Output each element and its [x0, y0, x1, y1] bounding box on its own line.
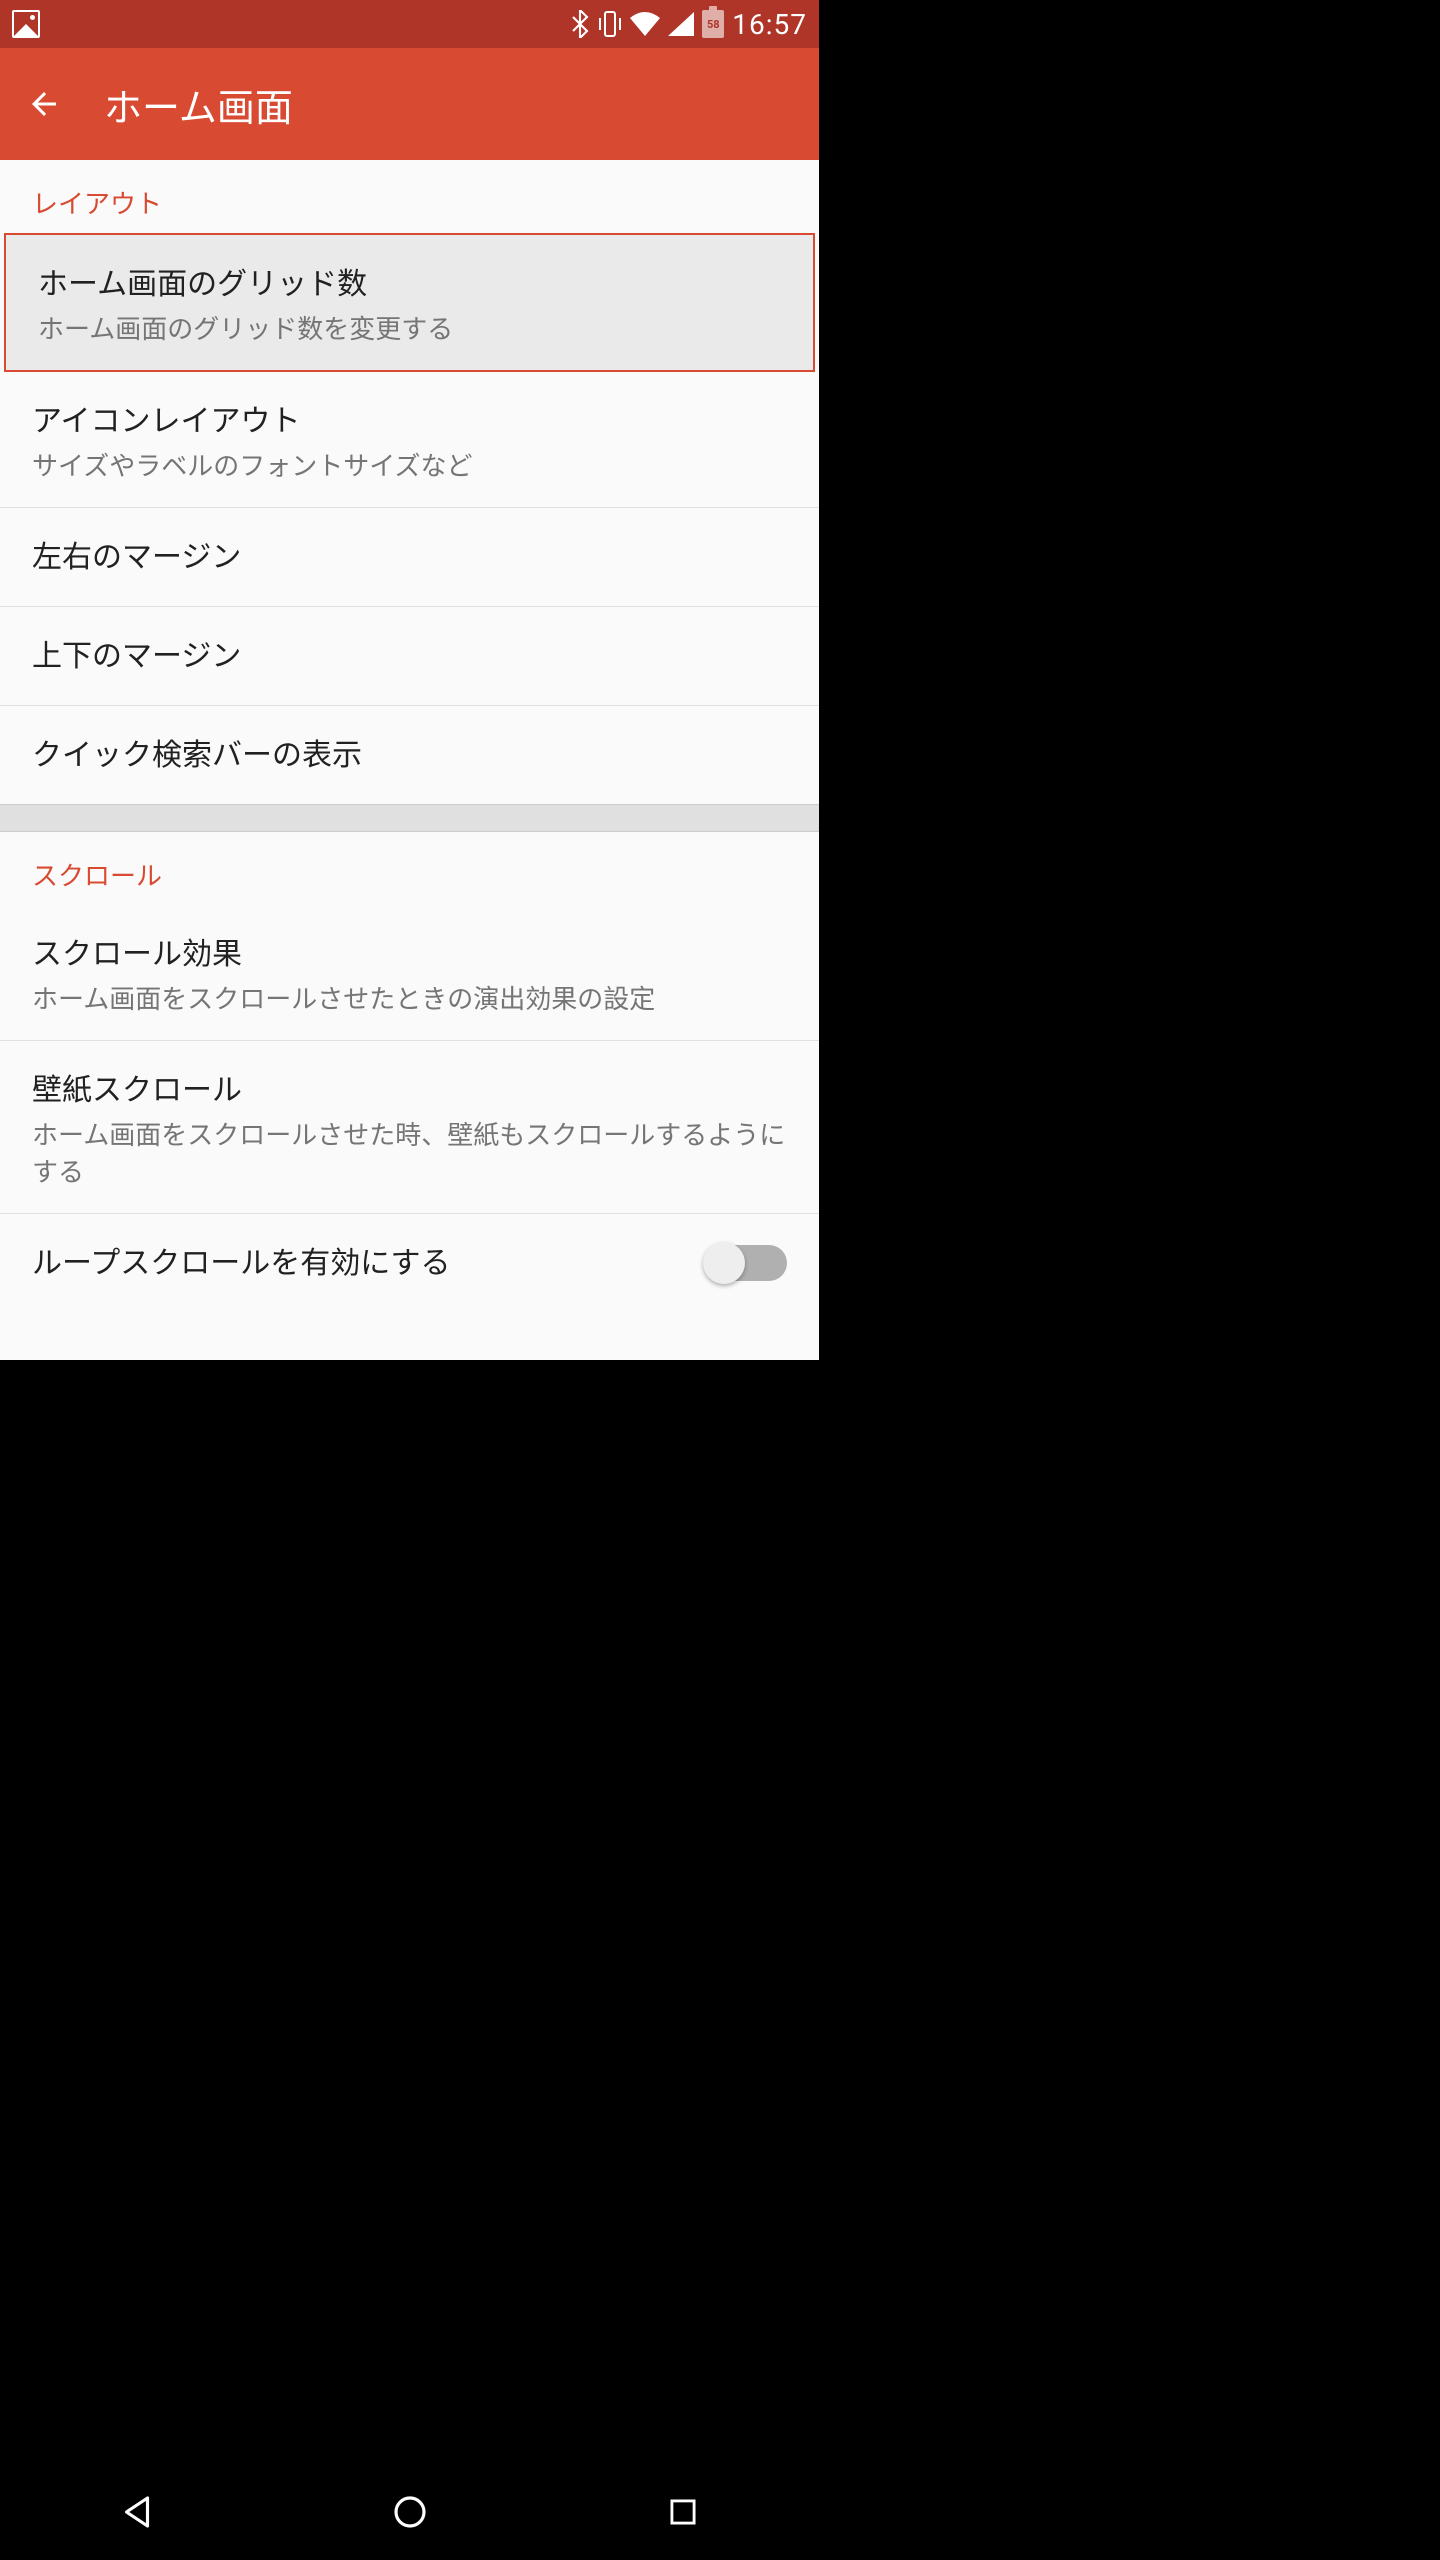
navigation-bar	[0, 2464, 819, 2560]
section-header-layout: レイアウト	[0, 160, 819, 233]
triangle-back-icon	[116, 2491, 158, 2533]
setting-tb-margin[interactable]: 上下のマージン	[0, 607, 819, 706]
settings-content[interactable]: レイアウト ホーム画面のグリッド数 ホーム画面のグリッド数を変更する アイコンレ…	[0, 160, 819, 1360]
status-bar: 58 16:57	[0, 0, 819, 48]
setting-title: クイック検索バーの表示	[32, 730, 787, 774]
section-header-scroll: スクロール	[0, 832, 819, 905]
bluetooth-icon	[570, 10, 590, 38]
nav-home-button[interactable]	[370, 2472, 450, 2552]
setting-scroll-effect[interactable]: スクロール効果 ホーム画面をスクロールさせたときの演出効果の設定	[0, 905, 819, 1041]
loop-scroll-toggle[interactable]	[707, 1245, 787, 1281]
setting-title: 左右のマージン	[32, 532, 787, 576]
cellular-signal-icon	[668, 12, 694, 36]
back-button[interactable]	[20, 80, 68, 128]
setting-lr-margin[interactable]: 左右のマージン	[0, 508, 819, 607]
setting-subtitle: サイズやラベルのフォントサイズなど	[32, 446, 787, 483]
setting-title: ループスクロールを有効にする	[32, 1238, 451, 1282]
setting-title: アイコンレイアウト	[32, 396, 787, 440]
vibrate-icon	[598, 10, 622, 38]
setting-wallpaper-scroll[interactable]: 壁紙スクロール ホーム画面をスクロールさせた時、壁紙もスクロールするようにする	[0, 1041, 819, 1214]
setting-subtitle: ホーム画面をスクロールさせた時、壁紙もスクロールするようにする	[32, 1115, 787, 1189]
setting-quick-search[interactable]: クイック検索バーの表示	[0, 706, 819, 804]
page-title: ホーム画面	[104, 77, 293, 132]
battery-icon: 58	[702, 10, 724, 38]
status-time: 16:57	[732, 8, 807, 41]
setting-title: 壁紙スクロール	[32, 1065, 787, 1109]
setting-subtitle: ホーム画面をスクロールさせたときの演出効果の設定	[32, 979, 787, 1016]
wifi-icon	[630, 12, 660, 36]
app-bar: ホーム画面	[0, 48, 819, 160]
setting-title: スクロール効果	[32, 929, 787, 973]
nav-recents-button[interactable]	[643, 2472, 723, 2552]
toggle-thumb	[703, 1242, 745, 1284]
arrow-back-icon	[26, 86, 62, 122]
setting-title: 上下のマージン	[32, 631, 787, 675]
setting-icon-layout[interactable]: アイコンレイアウト サイズやラベルのフォントサイズなど	[0, 372, 819, 508]
setting-grid-count[interactable]: ホーム画面のグリッド数 ホーム画面のグリッド数を変更する	[4, 233, 815, 372]
image-notification-icon	[12, 10, 40, 38]
setting-loop-scroll[interactable]: ループスクロールを有効にする	[0, 1214, 819, 1312]
nav-back-button[interactable]	[97, 2472, 177, 2552]
setting-title: ホーム画面のグリッド数	[38, 259, 781, 303]
section-divider	[0, 804, 819, 832]
circle-home-icon	[389, 2491, 431, 2533]
square-recents-icon	[664, 2493, 702, 2531]
setting-subtitle: ホーム画面のグリッド数を変更する	[38, 309, 781, 346]
